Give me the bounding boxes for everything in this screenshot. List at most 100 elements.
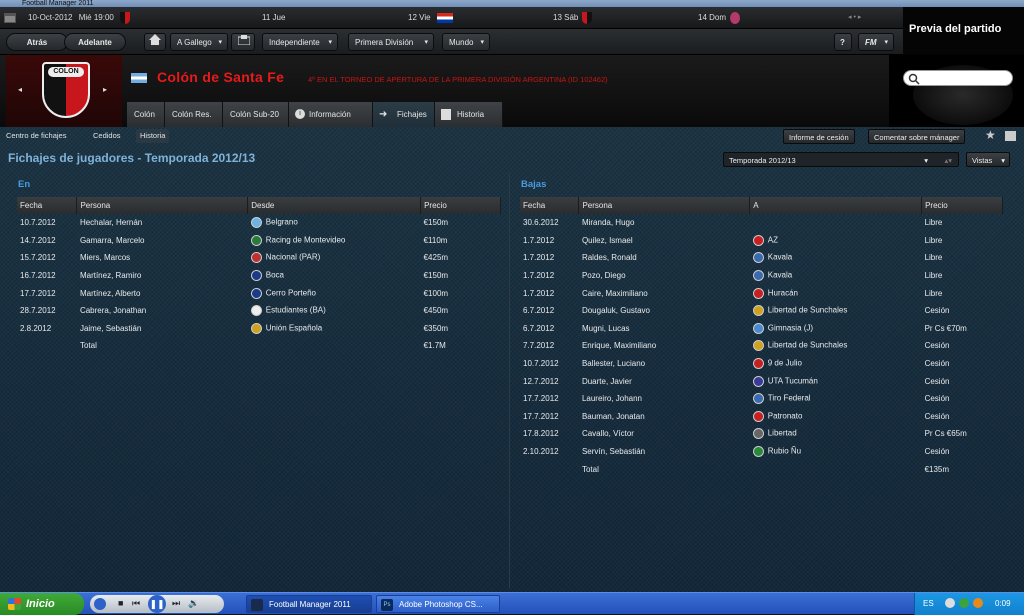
- table-row[interactable]: 1.7.2012 Caire, Maximiliano Huracán Libre: [520, 284, 1003, 302]
- cell-person[interactable]: Laureiro, Johann: [579, 390, 750, 408]
- tab-colon[interactable]: Colón: [127, 102, 165, 127]
- cell-club[interactable]: [750, 214, 922, 232]
- table-row[interactable]: 6.7.2012 Mugni, Lucas Gimnasia (J) Pr Cs €7…: [520, 320, 1003, 338]
- cell-club[interactable]: Gimnasia (J): [750, 320, 922, 338]
- language-indicator[interactable]: ES: [923, 593, 934, 615]
- cell-club[interactable]: Estudiantes (BA): [248, 302, 421, 320]
- cell-club[interactable]: Kavala: [750, 249, 922, 267]
- manager-menu[interactable]: A Gallego ▾: [170, 33, 228, 51]
- table-row[interactable]: 17.7.2012 Martínez, Alberto Cerro Porteño €…: [17, 284, 501, 302]
- tab-fichajes[interactable]: ➜ Fichajes: [373, 102, 435, 127]
- home-button[interactable]: [144, 33, 166, 51]
- star-icon[interactable]: ★: [985, 128, 996, 142]
- cell-club[interactable]: Belgrano: [248, 214, 421, 232]
- volume-icon[interactable]: 🔉: [188, 598, 199, 609]
- forward-button[interactable]: Adelante: [64, 33, 126, 51]
- season-select[interactable]: Temporada 2012/13 ▾ ▴▾: [723, 152, 959, 167]
- cell-person[interactable]: Martínez, Ramiro: [77, 267, 248, 285]
- cell-person[interactable]: Cavallo, Víctor: [579, 425, 750, 443]
- cell-person[interactable]: Quilez, Ismael: [579, 232, 750, 250]
- table-row[interactable]: 17.8.2012 Cavallo, Víctor Libertad Pr Cs €6…: [520, 425, 1003, 443]
- match-preview-button[interactable]: Previa del partido: [903, 7, 1024, 55]
- table-row[interactable]: 14.7.2012 Gamarra, Marcelo Racing de Monte…: [17, 232, 501, 250]
- pause-icon[interactable]: ❚❚: [148, 595, 166, 613]
- fm-menu[interactable]: FM ▾: [858, 33, 894, 51]
- notes-icon[interactable]: [1005, 131, 1016, 141]
- cell-person[interactable]: Miers, Marcos: [77, 249, 248, 267]
- cell-club[interactable]: Huracán: [750, 284, 922, 302]
- table-row[interactable]: 2.8.2012 Jaime, Sebastián Unión Española €3…: [17, 320, 501, 338]
- calendar-scroll-icon[interactable]: ◂ • ▸: [848, 7, 861, 29]
- calendar-day-3[interactable]: 13 Sáb: [553, 7, 593, 29]
- subnav-history[interactable]: Historia: [136, 129, 170, 143]
- tab-colon-sub20[interactable]: Colón Sub-20: [223, 102, 289, 127]
- security-icon[interactable]: [959, 598, 969, 608]
- task-photoshop[interactable]: Ps Adobe Photoshop CS...: [376, 595, 500, 613]
- calendar-day-4[interactable]: 14 Dom: [698, 7, 741, 29]
- table-row[interactable]: 15.7.2012 Miers, Marcos Nacional (PAR) €425…: [17, 249, 501, 267]
- table-row[interactable]: 7.7.2012 Enrique, Maximiliano Libertad de …: [520, 337, 1003, 355]
- cell-person[interactable]: Enrique, Maximiliano: [579, 337, 750, 355]
- network-icon[interactable]: [945, 598, 955, 608]
- league-menu[interactable]: Primera División ▾: [348, 33, 434, 51]
- world-menu[interactable]: Mundo ▾: [442, 33, 490, 51]
- cell-person[interactable]: Martínez, Alberto: [77, 284, 248, 302]
- column-header[interactable]: Persona: [578, 197, 751, 214]
- cell-person[interactable]: Raldes, Ronald: [579, 249, 750, 267]
- next-icon[interactable]: ⏭: [172, 598, 180, 609]
- help-button[interactable]: ?: [834, 33, 852, 51]
- cell-club[interactable]: Kavala: [750, 267, 922, 285]
- table-row[interactable]: 1.7.2012 Pozo, Diego Kavala Libre: [520, 267, 1003, 285]
- table-row[interactable]: 16.7.2012 Martínez, Ramiro Boca €150m: [17, 267, 501, 285]
- inbox-button[interactable]: [231, 33, 255, 51]
- column-header[interactable]: Desde: [247, 197, 422, 214]
- calendar-icon[interactable]: [4, 7, 18, 29]
- table-row[interactable]: 17.7.2012 Bauman, Jonatan Patronato Cesión: [520, 408, 1003, 426]
- table-row[interactable]: 30.6.2012 Miranda, Hugo Libre: [520, 214, 1003, 232]
- table-row[interactable]: 28.7.2012 Cabrera, Jonathan Estudiantes (B…: [17, 302, 501, 320]
- club-menu[interactable]: Independiente ▾: [262, 33, 338, 51]
- table-row[interactable]: 10.7.2012 Ballester, Luciano 9 de Julio Ces…: [520, 355, 1003, 373]
- stop-icon[interactable]: ■: [118, 598, 123, 608]
- table-row[interactable]: 17.7.2012 Laureiro, Johann Tiro Federal Ces…: [520, 390, 1003, 408]
- cell-person[interactable]: Ballester, Luciano: [579, 355, 750, 373]
- column-header[interactable]: Precio: [420, 197, 501, 214]
- cell-person[interactable]: Gamarra, Marcelo: [77, 232, 248, 250]
- current-date[interactable]: 10-Oct-2012 Mié 19:00: [28, 7, 131, 29]
- column-header[interactable]: Fecha: [17, 197, 78, 214]
- search-input[interactable]: [903, 70, 1013, 86]
- cell-person[interactable]: Jaime, Sebastián: [77, 320, 248, 338]
- column-header[interactable]: Fecha: [520, 197, 580, 214]
- table-row[interactable]: 10.7.2012 Hechalar, Hernán Belgrano €150m: [17, 214, 501, 232]
- cell-person[interactable]: Cabrera, Jonathan: [77, 302, 248, 320]
- cell-club[interactable]: Cerro Porteño: [248, 284, 421, 302]
- start-button[interactable]: Inicio: [0, 593, 84, 615]
- loan-report-button[interactable]: Informe de cesión: [783, 129, 855, 144]
- cell-club[interactable]: Rubio Ñu: [750, 443, 922, 461]
- cell-club[interactable]: Unión Española: [248, 320, 421, 338]
- media-player-icon[interactable]: [94, 598, 106, 610]
- subnav-transfer-centre[interactable]: Centro de fichajes: [2, 129, 70, 143]
- comment-manager-button[interactable]: Comentar sobre mánager: [868, 129, 966, 144]
- cell-person[interactable]: Dougaluk, Gustavo: [579, 302, 750, 320]
- cell-person[interactable]: Caire, Maximiliano: [579, 284, 750, 302]
- subnav-loaned[interactable]: Cedidos: [89, 129, 125, 143]
- calendar-day-2[interactable]: 12 Vie: [408, 7, 453, 29]
- cell-club[interactable]: Racing de Montevideo: [248, 232, 421, 250]
- back-button[interactable]: Atrás: [6, 33, 68, 51]
- cell-club[interactable]: Patronato: [750, 408, 922, 426]
- cell-club[interactable]: Libertad de Sunchales: [750, 337, 922, 355]
- cell-club[interactable]: 9 de Julio: [750, 355, 922, 373]
- update-icon[interactable]: [973, 598, 983, 608]
- tab-historia[interactable]: Historia: [435, 102, 503, 127]
- calendar-day-1[interactable]: 11 Jue: [262, 7, 285, 29]
- cell-person[interactable]: Hechalar, Hernán: [77, 214, 248, 232]
- table-row[interactable]: 2.10.2012 Servín, Sebastián Rubio Ñu Cesión: [520, 443, 1003, 461]
- table-row[interactable]: 1.7.2012 Quilez, Ismael AZ Libre: [520, 232, 1003, 250]
- cell-club[interactable]: Boca: [248, 267, 421, 285]
- cell-club[interactable]: AZ: [750, 232, 922, 250]
- cell-person[interactable]: Mugni, Lucas: [579, 320, 750, 338]
- table-row[interactable]: 12.7.2012 Duarte, Javier UTA Tucumán Cesión: [520, 372, 1003, 390]
- tab-informacion[interactable]: i Información: [289, 102, 373, 127]
- table-row[interactable]: 1.7.2012 Raldes, Ronald Kavala Libre: [520, 249, 1003, 267]
